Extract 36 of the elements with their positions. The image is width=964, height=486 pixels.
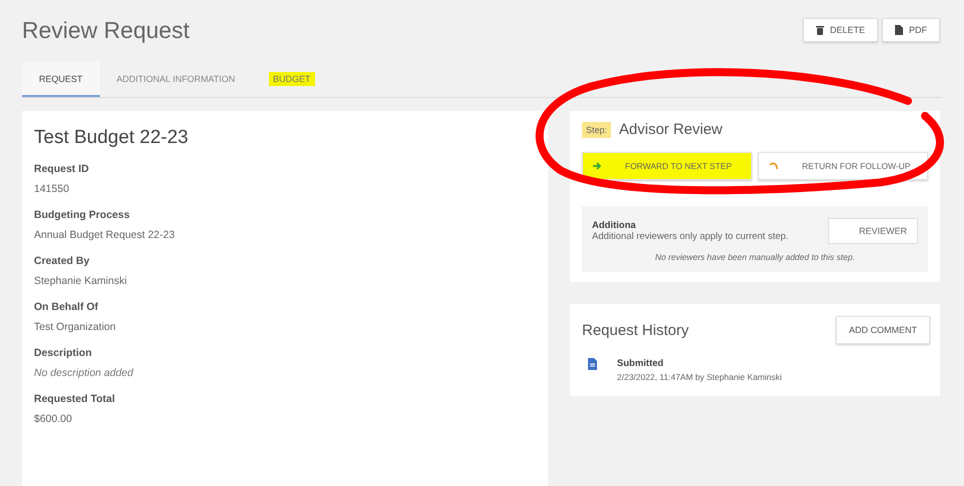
field-value: Annual Budget Request 22-23 [34,229,176,241]
undo-icon [769,162,778,170]
field-value: Stephanie Kaminski [34,275,128,287]
field-label: Request ID [34,163,90,175]
add-reviewer-button[interactable]: REVIEWER [828,218,918,244]
return-button[interactable]: RETURN FOR FOLLOW-UP [758,152,928,180]
tab[interactable]: ADDITIONAL INFORMATION [100,62,252,97]
empty-message: No reviewers have been manually added to this step. [654,252,856,262]
field-label: Created By [34,255,90,267]
entry-detail: 2/23/2022, 11:47AM by Stephanie Kaminski [617,372,782,382]
arrow-right-icon [593,162,601,170]
entry-title: Submitted [617,358,664,369]
reviewers-title: Additiona [592,220,637,231]
delete-button[interactable]: DELETE [802,18,878,42]
field-label: Requested Total [34,393,116,405]
document-icon [588,358,597,370]
field-value: Test Organization [34,321,117,333]
tab[interactable]: REQUEST [22,62,100,97]
document-icon [895,25,903,35]
pdf-button[interactable]: PDF [882,18,940,42]
field-label: Budgeting Process [34,209,131,221]
field-label: On Behalf Of [34,301,100,313]
request-title: Test Budget 22-23 [34,127,190,149]
reviewers-note: Additional reviewers only apply to current step. [592,231,788,242]
forward-button[interactable]: FORWARD TO NEXT STEP [582,152,752,180]
field-label: Description [34,347,93,359]
history-title: Request History [582,322,689,338]
field-value: $600.00 [34,413,73,425]
step-label: Step: [582,122,612,138]
add-comment-button[interactable]: ADD COMMENT [836,316,930,344]
step-name: Advisor Review [619,121,722,138]
field-value: 141550 [34,183,70,195]
trash-icon [816,25,824,35]
page-title: Review Request [22,16,190,44]
field-value: No description added [34,367,134,379]
tab[interactable]: BUDGET [252,62,332,97]
